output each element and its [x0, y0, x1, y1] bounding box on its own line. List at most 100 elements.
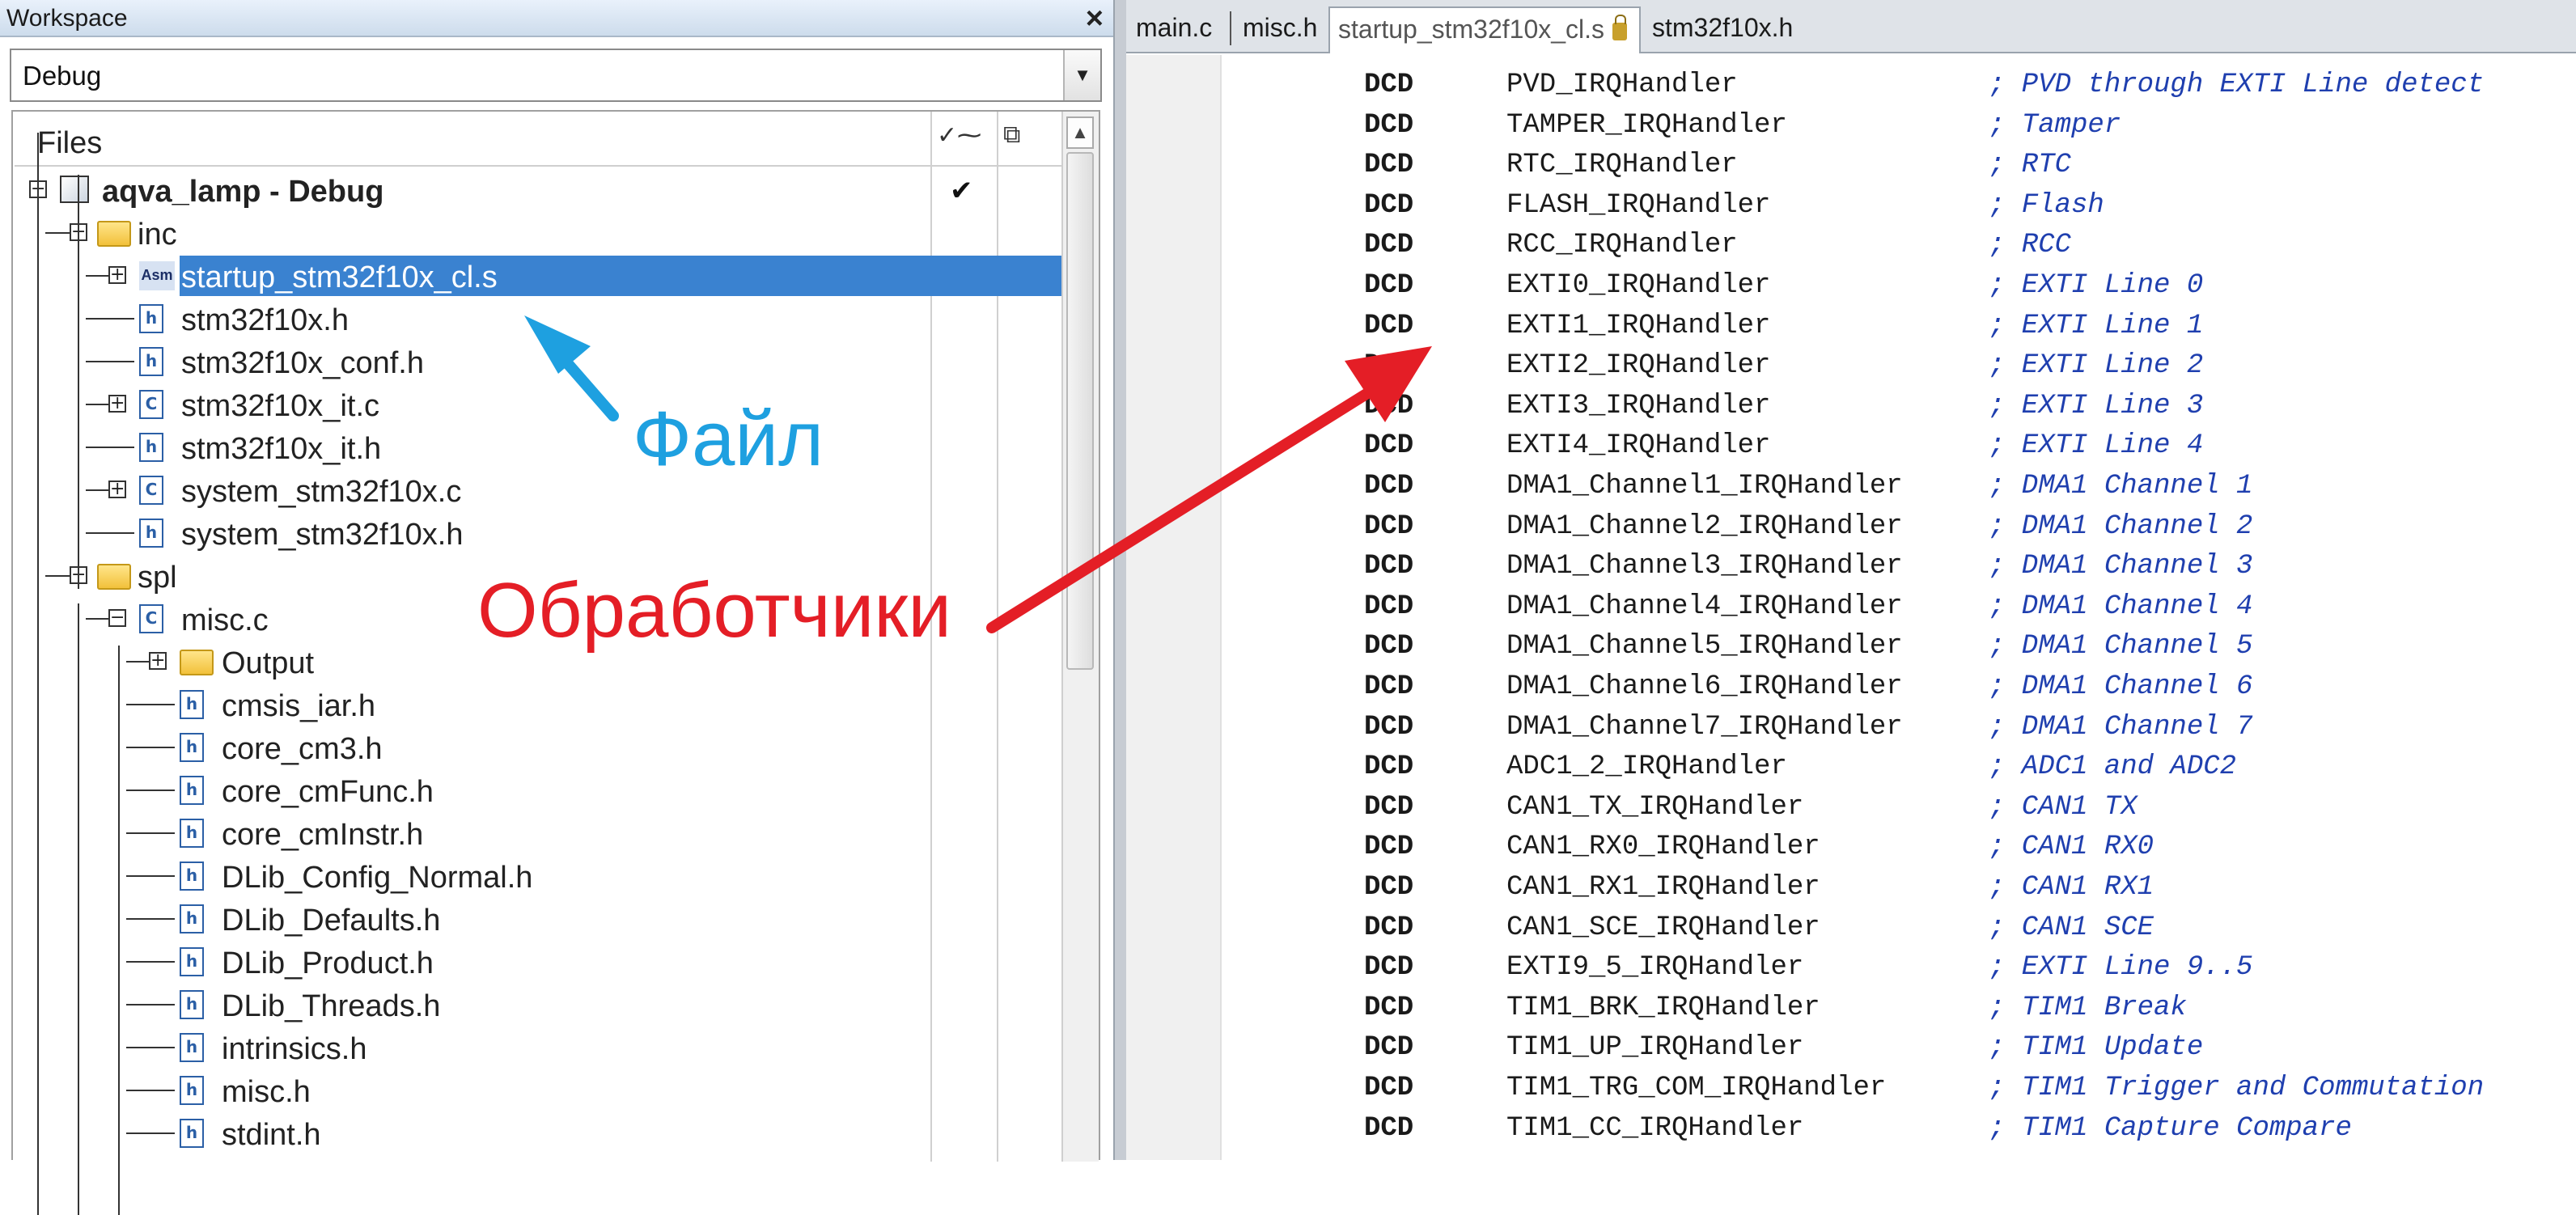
tree-row[interactable]: h DLib_Config_Normal.h: [13, 854, 1061, 897]
code-line[interactable]: DCD EXTI1_IRQHandler ; EXTI Line 1: [1126, 306, 2576, 346]
code-line[interactable]: DCD RTC_IRQHandler ; RTC: [1126, 145, 2576, 185]
code-line[interactable]: DCD EXTI3_IRQHandler ; EXTI Line 3: [1126, 386, 2576, 426]
code-line[interactable]: DCD TIM1_TRG_COM_IRQHandler ; TIM1 Trigger…: [1126, 1068, 2576, 1108]
code-line[interactable]: DCD PVD_IRQHandler ; PVD through EXTI Line…: [1126, 65, 2576, 105]
scroll-up-icon[interactable]: ▲: [1066, 116, 1094, 149]
code-comment: ; CAN1 RX0: [1989, 832, 2154, 863]
code-comment: ; DMA1 Channel 4: [1989, 591, 2253, 622]
code-area[interactable]: DCD PVD_IRQHandler ; PVD through EXTI Line…: [1126, 55, 2576, 1160]
file-tree: Files ✓⁓ ⧉ −aqva_lamp - Debug✔−inc+Asmst…: [11, 110, 1100, 1215]
handler-symbol: EXTI9_5_IRQHandler: [1506, 952, 1804, 984]
tree-connector: [126, 875, 175, 877]
tree-row[interactable]: + Csystem_stm32f10x.c: [13, 468, 1061, 511]
code-line[interactable]: DCD DMA1_Channel1_IRQHandler ; DMA1 Channe…: [1126, 466, 2576, 506]
code-line[interactable]: DCD EXTI9_5_IRQHandler ; EXTI Line 9..5: [1126, 947, 2576, 988]
tab-startup-s[interactable]: startup_stm32f10x_cl.s: [1328, 6, 1641, 53]
code-directive: DCD: [1364, 872, 1414, 903]
tree-row[interactable]: − Cmisc.c: [13, 597, 1061, 640]
code-directive: DCD: [1364, 551, 1414, 582]
tree-row[interactable]: −aqva_lamp - Debug✔: [13, 168, 1061, 211]
code-line[interactable]: DCD FLASH_IRQHandler ; Flash: [1126, 185, 2576, 226]
tab-stm32f10x-h[interactable]: stm32f10x.h: [1644, 6, 1801, 53]
code-comment: ; TIM1 Capture Compare: [1989, 1112, 2352, 1144]
build-column-icon[interactable]: ⧉: [1003, 121, 1020, 149]
tree-row-label: misc.h: [222, 1075, 311, 1109]
panel-splitter[interactable]: [1113, 0, 1126, 1160]
tree-row[interactable]: h intrinsics.h: [13, 1026, 1061, 1069]
tree-row[interactable]: h DLib_Threads.h: [13, 983, 1061, 1026]
tree-connector: [126, 918, 175, 920]
tree-row[interactable]: h stm32f10x_conf.h: [13, 340, 1061, 383]
expand-icon[interactable]: +: [108, 266, 126, 284]
tree-row[interactable]: h DLib_Product.h: [13, 940, 1061, 983]
code-line[interactable]: DCD EXTI2_IRQHandler ; EXTI Line 2: [1126, 345, 2576, 386]
code-line[interactable]: DCD CAN1_RX1_IRQHandler ; CAN1 RX1: [1126, 867, 2576, 908]
editor-panel: main.c misc.h startup_stm32f10x_cl.s stm…: [1126, 0, 2576, 1160]
scroll-thumb[interactable]: [1066, 152, 1094, 670]
code-line[interactable]: DCD DMA1_Channel2_IRQHandler ; DMA1 Channe…: [1126, 506, 2576, 547]
collapse-icon[interactable]: −: [108, 609, 126, 627]
tree-row[interactable]: −inc: [13, 211, 1061, 254]
handler-symbol: TIM1_BRK_IRQHandler: [1506, 992, 1820, 1023]
handler-symbol: EXTI2_IRQHandler: [1506, 350, 1771, 382]
tree-row[interactable]: h cmsis_iar.h: [13, 683, 1061, 726]
code-comment: ; TIM1 Trigger and Commutation: [1989, 1073, 2485, 1103]
expand-icon[interactable]: +: [108, 395, 126, 413]
tree-row[interactable]: −spl: [13, 554, 1061, 597]
expand-icon[interactable]: +: [108, 480, 126, 498]
code-line[interactable]: DCD DMA1_Channel7_IRQHandler ; DMA1 Channe…: [1126, 707, 2576, 747]
code-line[interactable]: DCD TIM1_BRK_IRQHandler ; TIM1 Break: [1126, 988, 2576, 1028]
configuration-select[interactable]: Debug ▼: [10, 49, 1102, 102]
files-column-header[interactable]: Files: [37, 126, 102, 161]
tab-separator: [1230, 11, 1231, 45]
code-comment: ; ADC1 and ADC2: [1989, 751, 2237, 783]
tree-row[interactable]: h core_cmFunc.h: [13, 768, 1061, 811]
tree-row[interactable]: + Asm startup_stm32f10x_cl.s: [13, 254, 1063, 297]
asm-file-icon: Asm: [139, 261, 175, 290]
tree-guide-line: [37, 133, 39, 1215]
code-line[interactable]: DCD DMA1_Channel6_IRQHandler ; DMA1 Channe…: [1126, 667, 2576, 707]
code-line[interactable]: DCD DMA1_Channel4_IRQHandler ; DMA1 Channe…: [1126, 586, 2576, 627]
code-line[interactable]: DCD TIM1_CC_IRQHandler ; TIM1 Capture Comp…: [1126, 1108, 2576, 1149]
tab-main-c[interactable]: main.c: [1128, 6, 1220, 53]
options-column-icon[interactable]: ✓⁓: [937, 121, 981, 150]
tree-row[interactable]: + Output: [13, 640, 1061, 683]
expand-icon[interactable]: +: [149, 652, 167, 670]
tree-row[interactable]: h stdint.h: [13, 1111, 1061, 1154]
code-directive: DCD: [1364, 230, 1414, 261]
code-line[interactable]: DCD CAN1_TX_IRQHandler ; CAN1 TX: [1126, 787, 2576, 828]
code-line[interactable]: DCD TIM1_UP_IRQHandler ; TIM1 Update: [1126, 1027, 2576, 1068]
chevron-down-icon[interactable]: ▼: [1063, 50, 1100, 100]
code-line[interactable]: DCD CAN1_RX0_IRQHandler ; CAN1 RX0: [1126, 827, 2576, 867]
header-file-icon: h: [180, 947, 204, 976]
tab-misc-h[interactable]: misc.h: [1235, 6, 1325, 53]
code-line[interactable]: DCD DMA1_Channel5_IRQHandler ; DMA1 Channe…: [1126, 626, 2576, 667]
code-comment: ; CAN1 SCE: [1989, 912, 2154, 943]
close-icon[interactable]: ×: [1086, 2, 1104, 36]
code-line[interactable]: DCD TAMPER_IRQHandler ; Tamper: [1126, 105, 2576, 146]
tree-row[interactable]: h misc.h: [13, 1069, 1061, 1111]
tree-row-label: aqva_lamp - Debug: [102, 175, 384, 209]
code-line[interactable]: DCD EXTI4_IRQHandler ; EXTI Line 4: [1126, 425, 2576, 466]
lock-icon: [1612, 14, 1628, 40]
code-line[interactable]: DCD DMA1_Channel3_IRQHandler ; DMA1 Channe…: [1126, 546, 2576, 586]
tree-row[interactable]: + Cstm32f10x_it.c: [13, 383, 1061, 425]
tree-row[interactable]: h stm32f10x_it.h: [13, 425, 1061, 468]
tree-row[interactable]: h system_stm32f10x.h: [13, 511, 1061, 554]
handler-symbol: DMA1_Channel3_IRQHandler: [1506, 551, 1903, 582]
tree-scrollbar[interactable]: ▲: [1061, 112, 1099, 1162]
code-line[interactable]: DCD EXTI0_IRQHandler ; EXTI Line 0: [1126, 265, 2576, 306]
checkmark-icon[interactable]: ✔: [950, 175, 973, 207]
code-line[interactable]: DCD ADC1_2_IRQHandler ; ADC1 and ADC2: [1126, 747, 2576, 787]
tree-row[interactable]: h core_cm3.h: [13, 726, 1061, 768]
code-line[interactable]: DCD CAN1_SCE_IRQHandler ; CAN1 SCE: [1126, 908, 2576, 948]
code-directive: DCD: [1364, 992, 1414, 1023]
header-file-icon: h: [180, 776, 204, 805]
tree-row[interactable]: h stm32f10x.h: [13, 297, 1061, 340]
tree-row[interactable]: h DLib_Defaults.h: [13, 897, 1061, 940]
tree-row[interactable]: h core_cmInstr.h: [13, 811, 1061, 854]
code-comment: ; DMA1 Channel 5: [1989, 631, 2253, 663]
code-comment: ; DMA1 Channel 3: [1989, 551, 2253, 582]
code-line[interactable]: DCD RCC_IRQHandler ; RCC: [1126, 225, 2576, 265]
handler-symbol: TIM1_UP_IRQHandler: [1506, 1032, 1804, 1064]
